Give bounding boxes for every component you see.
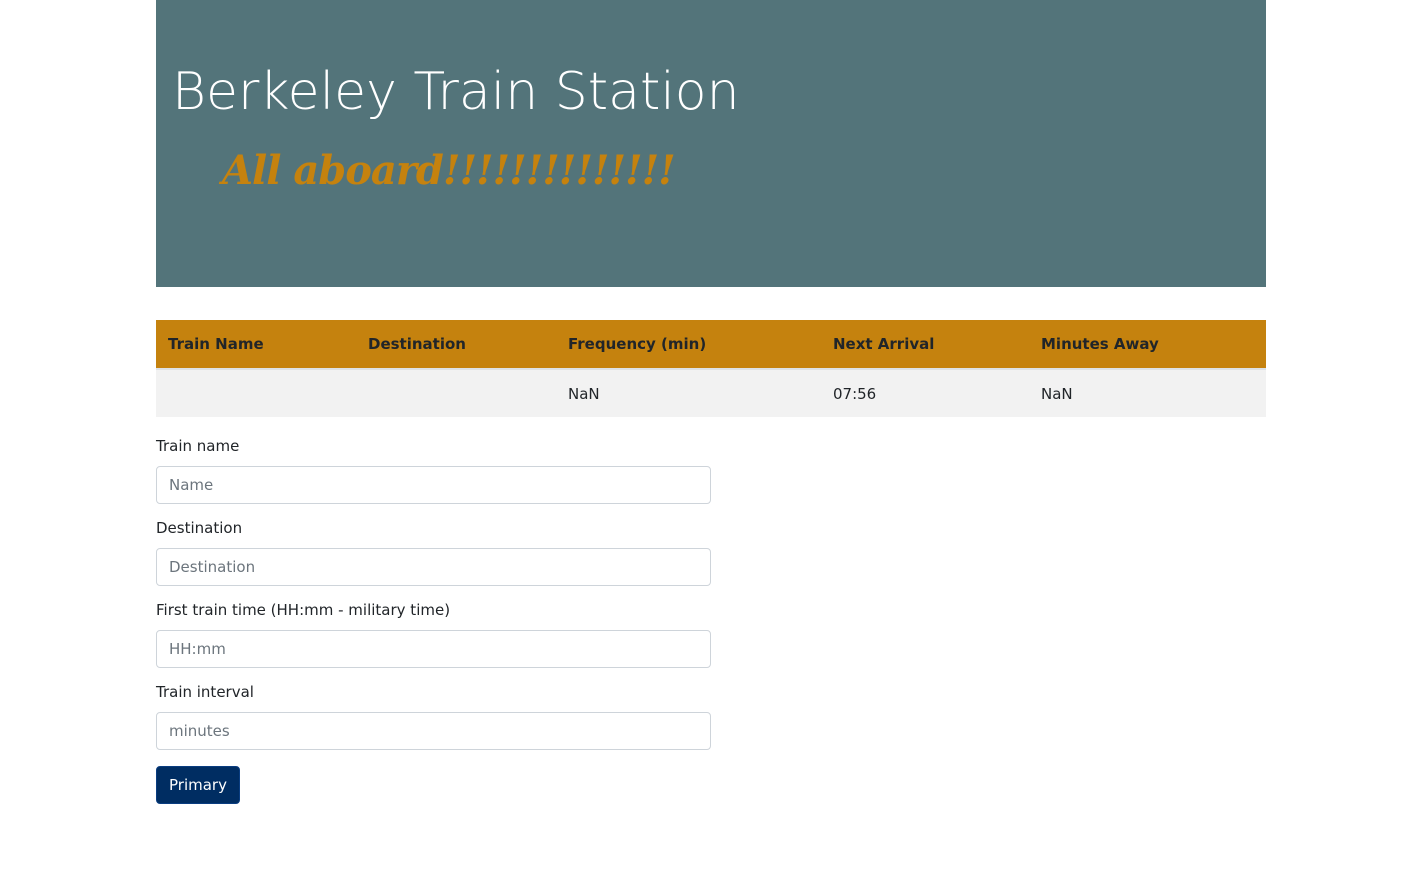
train-interval-input[interactable]: [156, 712, 711, 750]
add-train-form: Train name Destination First train time …: [156, 434, 711, 804]
train-name-group: Train name: [156, 434, 711, 504]
header-jumbotron: Berkeley Train Station All aboard!!!!!!!…: [156, 0, 1266, 287]
cell-destination: [356, 369, 556, 417]
table-body: NaN 07:56 NaN: [156, 369, 1266, 417]
train-interval-group: Train interval: [156, 680, 711, 750]
page-title: Berkeley Train Station: [172, 62, 740, 122]
column-header-minutes-away: Minutes Away: [1029, 320, 1266, 370]
table-header: Train Name Destination Frequency (min) N…: [156, 320, 1266, 370]
train-interval-label: Train interval: [156, 683, 254, 701]
destination-label: Destination: [156, 519, 243, 537]
first-train-time-input[interactable]: [156, 630, 711, 668]
cell-minutes-away: NaN: [1041, 384, 1073, 403]
train-name-input[interactable]: [156, 466, 711, 504]
first-train-time-label: First train time (HH:mm - military time): [156, 601, 451, 619]
train-schedule-table: Train Name Destination Frequency (min) N…: [156, 320, 1266, 417]
column-header-frequency: Frequency (min): [556, 320, 821, 370]
table-header-row: Train Name Destination Frequency (min) N…: [156, 320, 1266, 370]
column-header-next-arrival: Next Arrival: [821, 320, 1029, 370]
cell-train-name: [156, 369, 356, 417]
destination-group: Destination: [156, 516, 711, 586]
tagline: All aboard!!!!!!!!!!!!!!: [222, 147, 676, 194]
train-name-label: Train name: [156, 437, 240, 455]
column-header-destination: Destination: [356, 320, 556, 370]
submit-button[interactable]: Primary: [156, 766, 240, 804]
cell-next-arrival: 07:56: [833, 384, 877, 403]
destination-input[interactable]: [156, 548, 711, 586]
page-container: Berkeley Train Station All aboard!!!!!!!…: [156, 0, 1266, 804]
table-row: NaN 07:56 NaN: [156, 369, 1266, 417]
cell-frequency: NaN: [568, 384, 600, 403]
column-header-train-name: Train Name: [156, 320, 356, 370]
first-train-time-group: First train time (HH:mm - military time): [156, 598, 711, 668]
